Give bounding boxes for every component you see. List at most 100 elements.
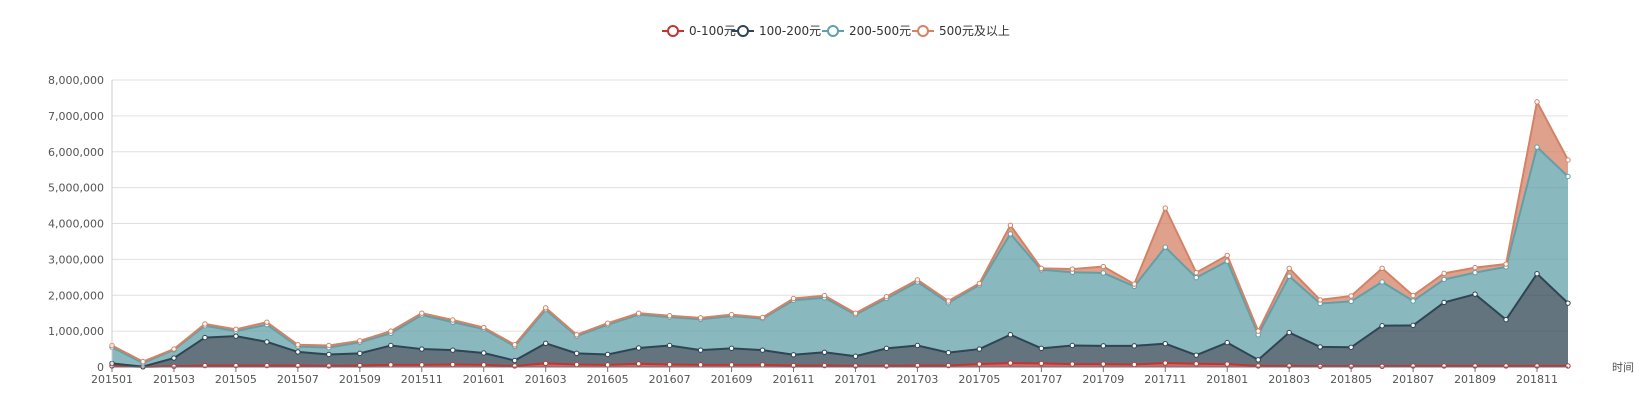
data-point — [1379, 265, 1385, 272]
y-tick-label: 5,000,000 — [48, 182, 104, 195]
x-tick-label: 201811 — [1516, 373, 1558, 386]
data-point — [821, 349, 828, 355]
x-tick-label: 201509 — [339, 373, 381, 386]
data-point — [635, 345, 642, 351]
data-point — [1162, 360, 1168, 366]
data-point — [419, 362, 425, 368]
data-point — [1441, 299, 1447, 306]
data-point — [573, 332, 580, 338]
data-point — [140, 358, 146, 365]
legend-label: 200-500元 — [849, 24, 911, 38]
data-point — [1534, 144, 1540, 150]
data-point — [976, 280, 983, 287]
data-point — [543, 340, 549, 347]
data-point — [326, 342, 332, 349]
stacked-area-chart: 0-100元 100-200元 200-500元 500元及以上 01,000,000… — [48, 24, 1634, 386]
data-point — [1317, 363, 1323, 369]
data-point — [945, 298, 952, 304]
data-point — [264, 339, 270, 345]
data-point — [573, 350, 580, 357]
y-tick-label: 2,000,000 — [48, 289, 104, 302]
legend-item: 500元及以上 — [912, 24, 1010, 38]
data-point — [1162, 244, 1168, 250]
data-point — [1317, 344, 1323, 350]
data-point — [1100, 270, 1107, 276]
data-point — [1007, 231, 1014, 237]
data-point — [1100, 263, 1107, 270]
data-point — [666, 313, 673, 319]
data-point — [604, 351, 611, 358]
data-point — [326, 351, 332, 358]
data-point — [1162, 205, 1168, 211]
data-point — [1410, 322, 1416, 329]
data-point — [1286, 265, 1292, 272]
data-point — [1255, 357, 1261, 363]
data-point — [1379, 363, 1385, 369]
data-point — [388, 328, 394, 334]
data-point — [1286, 329, 1292, 336]
data-point — [697, 347, 704, 353]
data-point — [1503, 316, 1509, 323]
legend-item: 200-500元 — [822, 24, 911, 38]
chart-container: 0-100元 100-200元 200-500元 500元及以上 0 1,000,000… — [0, 0, 1634, 400]
data-point — [1224, 339, 1230, 346]
x-tick-label: 201611 — [773, 373, 815, 386]
data-point — [388, 362, 394, 368]
data-point — [357, 338, 363, 344]
data-point — [1286, 273, 1292, 279]
data-point — [1224, 252, 1230, 259]
data-point — [1100, 343, 1107, 349]
x-tick-label: 201605 — [587, 373, 629, 386]
data-point — [1348, 344, 1354, 350]
data-point — [450, 347, 456, 353]
data-point — [852, 310, 859, 316]
legend: 0-100元 100-200元 200-500元 500元及以上 — [662, 24, 1010, 38]
data-point — [945, 349, 952, 356]
data-point — [1193, 269, 1199, 276]
data-point — [883, 345, 890, 352]
data-point — [1565, 173, 1571, 180]
data-point — [790, 352, 797, 358]
data-point — [1317, 297, 1323, 303]
legend-label: 500元及以上 — [939, 24, 1010, 38]
data-point — [759, 362, 766, 368]
data-point — [976, 361, 983, 367]
data-point — [1100, 361, 1107, 367]
data-point — [171, 355, 177, 361]
data-point — [233, 326, 239, 333]
data-point — [1193, 361, 1199, 367]
data-point — [1007, 222, 1014, 228]
x-tick-label: 201503 — [153, 373, 195, 386]
data-point — [914, 277, 921, 283]
data-point — [1193, 274, 1199, 281]
data-point — [1131, 281, 1138, 287]
data-point — [1131, 343, 1138, 349]
x-tick-label: 201803 — [1268, 373, 1310, 386]
data-point — [883, 293, 890, 300]
data-point — [790, 295, 797, 302]
data-point — [1069, 361, 1076, 367]
data-point — [264, 319, 270, 325]
data-point — [1410, 292, 1416, 299]
x-axis-title: 时间 — [1612, 361, 1634, 374]
plot-areas — [109, 98, 1571, 370]
data-point — [202, 321, 208, 327]
data-point — [635, 361, 642, 367]
x-tick-label: 201501 — [91, 373, 133, 386]
x-tick-label: 201505 — [215, 373, 257, 386]
data-point — [728, 345, 735, 352]
data-point — [1007, 332, 1014, 338]
legend-item: 0-100元 — [662, 24, 736, 38]
data-point — [1472, 269, 1478, 276]
x-tick-label: 201707 — [1020, 373, 1062, 386]
x-tick-label: 201601 — [463, 373, 505, 386]
data-point — [1534, 271, 1540, 277]
data-point — [1534, 99, 1540, 105]
data-point — [604, 320, 611, 326]
data-point — [1193, 352, 1199, 358]
x-tick-label: 201805 — [1330, 373, 1372, 386]
data-point — [1224, 361, 1230, 367]
data-point — [1038, 265, 1045, 272]
data-point — [759, 347, 766, 353]
data-point — [1503, 261, 1509, 267]
